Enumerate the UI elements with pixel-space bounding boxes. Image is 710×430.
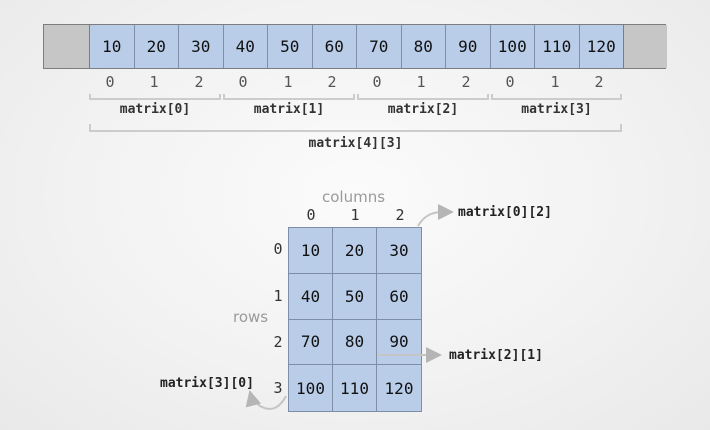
callout-bottom-left: matrix[3][0] xyxy=(160,376,254,391)
callout-top-right: matrix[0][2] xyxy=(458,205,552,220)
callout-arrows xyxy=(245,204,454,410)
arrow-top-right xyxy=(417,204,454,227)
arrow-bottom-left xyxy=(245,390,287,410)
callout-middle-right: matrix[2][1] xyxy=(449,348,543,363)
